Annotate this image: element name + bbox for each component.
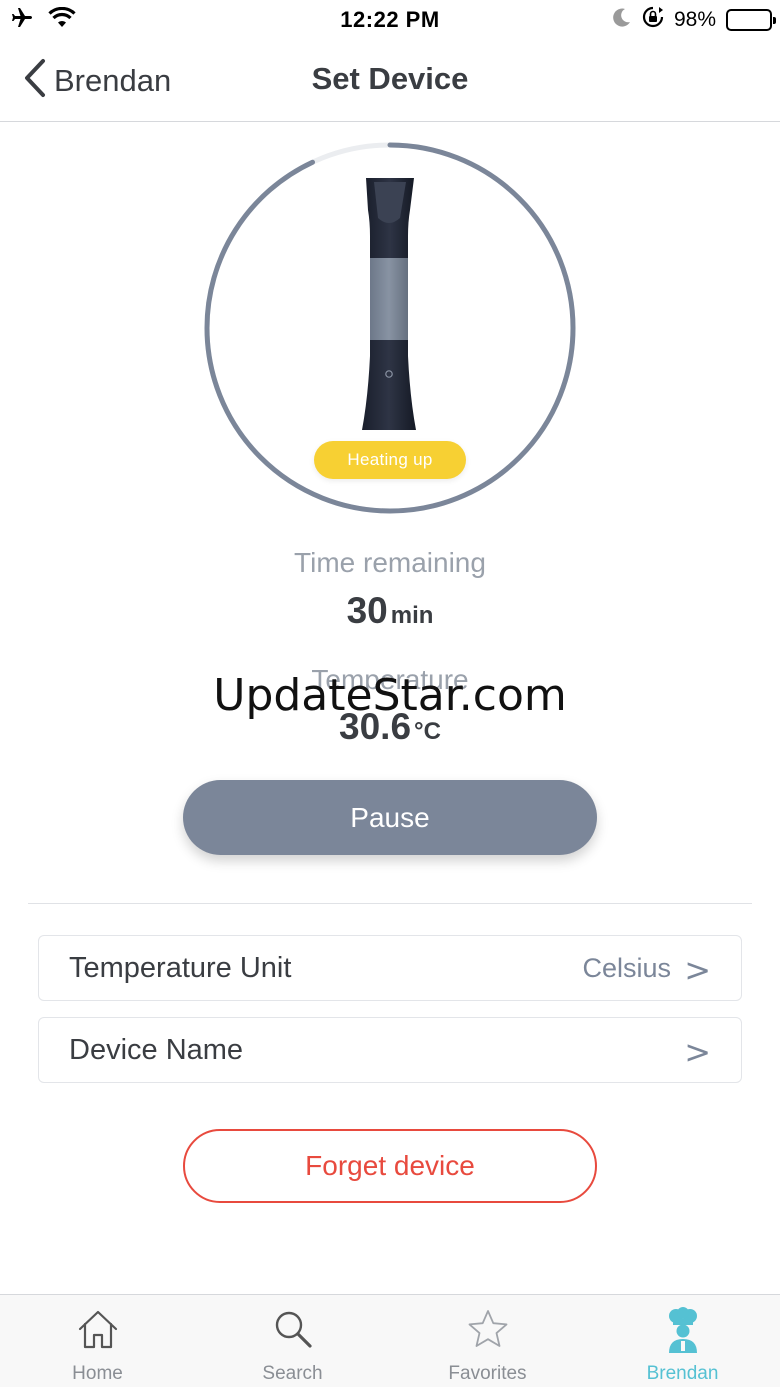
tab-search-label: Search [262, 1363, 323, 1384]
navigation-bar: Brendan Set Device [0, 40, 780, 122]
tab-home[interactable]: Home [0, 1295, 195, 1387]
tab-bar: Home Search Favorites Brendan [0, 1294, 780, 1387]
status-right: 98% [612, 6, 776, 33]
chevron-right-icon: > [684, 951, 711, 989]
status-bar: 12:22 PM 98% [0, 0, 780, 40]
star-icon [390, 1307, 585, 1355]
sous-vide-device-image [362, 178, 416, 430]
time-remaining-number: 30 [346, 590, 388, 631]
device-name-label: Device Name [69, 1034, 244, 1066]
chevron-right-icon: > [684, 1033, 711, 1071]
battery-icon [726, 8, 776, 31]
page-title: Set Device [311, 61, 469, 96]
tab-favorites-label: Favorites [448, 1363, 527, 1384]
moon-icon [612, 7, 632, 32]
time-remaining-value: 30 min [0, 590, 780, 632]
watermark: UpdateStar.com [213, 670, 567, 721]
device-name-row[interactable]: Device Name > [38, 1017, 742, 1083]
tab-profile-label: Brendan [646, 1363, 719, 1384]
tab-favorites[interactable]: Favorites [390, 1295, 585, 1387]
chef-icon [585, 1307, 780, 1355]
tab-profile[interactable]: Brendan [585, 1295, 780, 1387]
temperature-unit: °C [414, 718, 441, 745]
rotation-lock-icon [642, 6, 664, 33]
divider [28, 903, 752, 904]
time-remaining-label: Time remaining [294, 547, 486, 578]
battery-percent: 98% [673, 7, 716, 31]
temperature-unit-value: Celsius [582, 953, 671, 983]
tab-search[interactable]: Search [195, 1295, 390, 1387]
tab-home-label: Home [72, 1363, 123, 1384]
search-icon [195, 1307, 390, 1355]
temperature-unit-label: Temperature Unit [69, 952, 292, 984]
pause-button[interactable]: Pause [183, 780, 597, 855]
status-badge: Heating up [314, 441, 466, 479]
temperature-unit-row[interactable]: Temperature Unit Celsius > [38, 935, 742, 1001]
time-remaining-unit: min [390, 602, 434, 629]
forget-device-button[interactable]: Forget device [183, 1129, 597, 1203]
home-icon [0, 1307, 195, 1355]
